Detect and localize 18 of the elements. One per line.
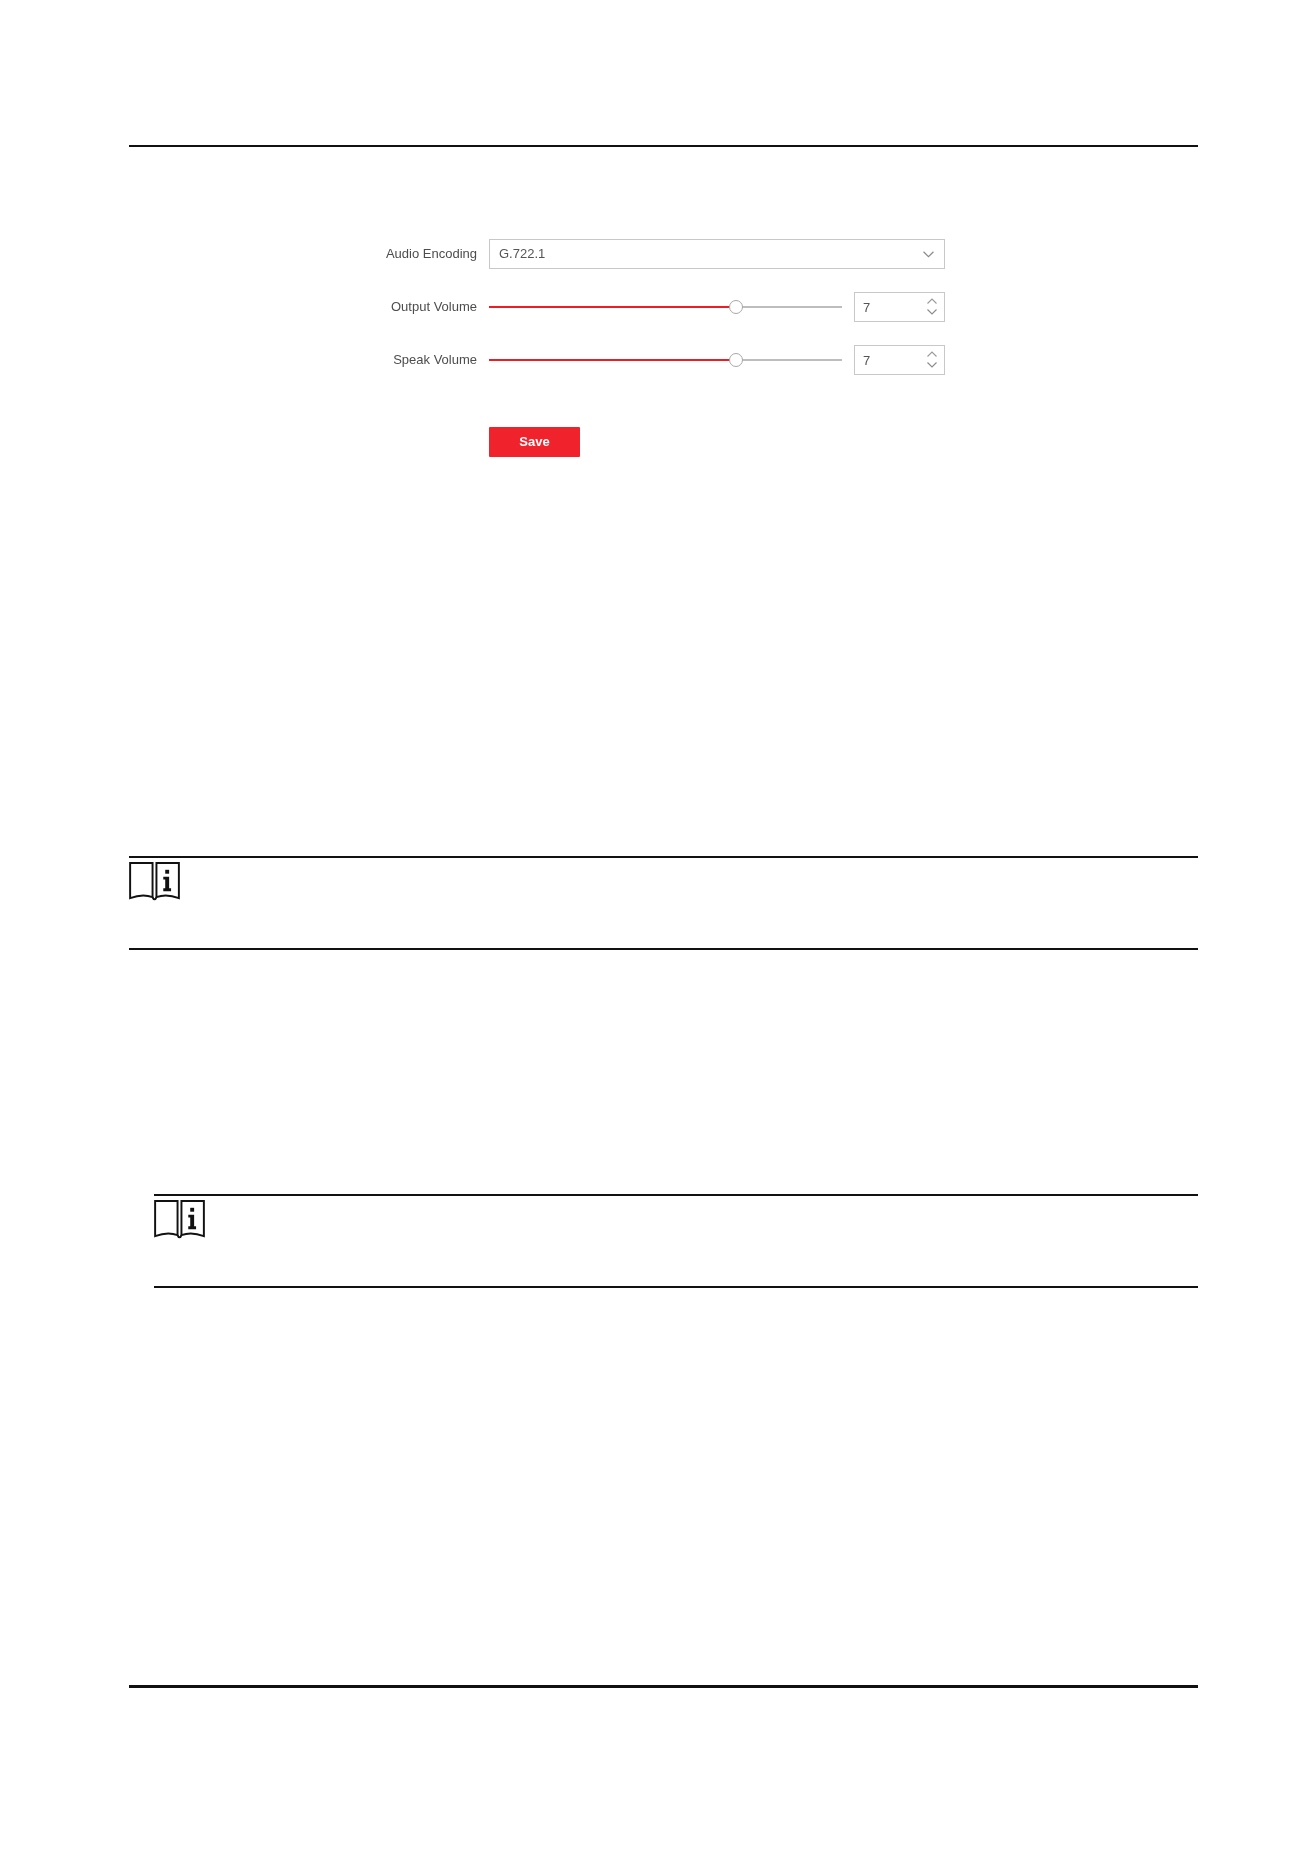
book-info-icon	[129, 862, 180, 901]
field-label: Output Volume	[390, 298, 477, 317]
slider-thumb[interactable]	[729, 300, 744, 314]
chevron-down-icon[interactable]	[923, 250, 934, 258]
number-field[interactable]: 7	[854, 345, 945, 375]
volume-slider[interactable]	[489, 300, 842, 314]
save-button[interactable]: Save	[489, 427, 580, 457]
book-info-icon	[154, 1200, 205, 1239]
volume-slider[interactable]	[489, 353, 842, 367]
chevron-down-icon[interactable]	[927, 362, 937, 368]
slider-thumb[interactable]	[729, 353, 744, 367]
chevron-up-icon[interactable]	[927, 351, 937, 357]
encoding-select[interactable]: G.722.1	[489, 239, 945, 269]
field-label: Audio Encoding	[384, 245, 477, 264]
chevron-down-icon[interactable]	[927, 309, 937, 315]
field-label: Speak Volume	[392, 351, 477, 370]
chevron-up-icon[interactable]	[927, 298, 937, 304]
number-field[interactable]: 7	[854, 292, 945, 322]
